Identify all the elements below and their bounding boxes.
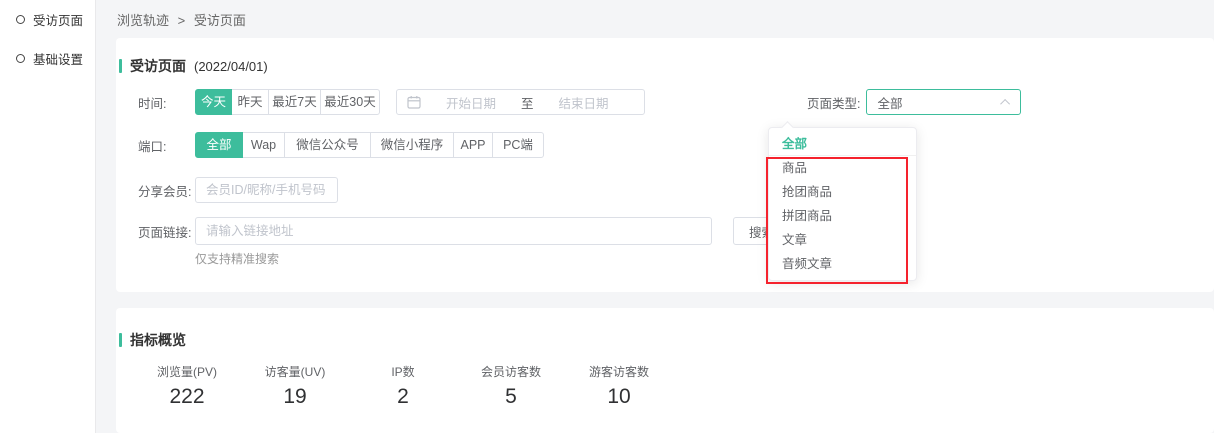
panel-date-note: (2022/04/01)	[194, 59, 268, 74]
metrics-panel: 指标概览 浏览量(PV) 222 访客量(UV) 19 IP数 2 会员访客数 …	[116, 308, 1214, 433]
page-type-label: 页面类型:	[807, 93, 860, 112]
port-label: 端口:	[138, 136, 195, 155]
dropdown-option-list: 全部 商品 抢团商品 拼团商品 文章 音频文章	[769, 132, 916, 276]
page-type-select[interactable]: 全部	[866, 89, 1021, 115]
filter-panel: 受访页面 (2022/04/01) 时间: 今天 昨天 最近7天 最近30天 开…	[116, 38, 1214, 292]
metric-uv: 访客量(UV) 19	[241, 363, 349, 409]
metric-pv: 浏览量(PV) 222	[133, 363, 241, 409]
time-label: 时间:	[138, 93, 195, 112]
title-accent-bar	[119, 59, 122, 73]
metric-label: 访客量(UV)	[241, 363, 349, 380]
page-link-input[interactable]	[195, 217, 712, 245]
time-option-yesterday[interactable]: 昨天	[231, 89, 269, 115]
circle-icon	[16, 15, 25, 24]
breadcrumb-current: 受访页面	[194, 13, 246, 28]
dropdown-option-audio-article[interactable]: 音频文章	[769, 252, 916, 276]
breadcrumb-parent[interactable]: 浏览轨迹	[117, 13, 169, 28]
metric-value: 5	[457, 385, 565, 409]
port-option-wechat-official[interactable]: 微信公众号	[284, 132, 371, 158]
dropdown-option-article[interactable]: 文章	[769, 228, 916, 252]
sidebar: 受访页面 基础设置	[0, 0, 96, 433]
sidebar-item-label: 基础设置	[33, 49, 83, 68]
time-option-last30days[interactable]: 最近30天	[320, 89, 380, 115]
metrics-row: 浏览量(PV) 222 访客量(UV) 19 IP数 2 会员访客数 5 游客访…	[133, 363, 673, 409]
time-option-today[interactable]: 今天	[195, 89, 232, 115]
port-option-app[interactable]: APP	[453, 132, 493, 158]
metric-value: 19	[241, 385, 349, 409]
date-range-picker[interactable]: 开始日期 至 结束日期	[396, 89, 645, 115]
sidebar-item-visited-pages[interactable]: 受访页面	[0, 0, 95, 39]
time-option-last7days[interactable]: 最近7天	[268, 89, 321, 115]
breadcrumb: 浏览轨迹 > 受访页面	[117, 10, 246, 29]
metric-label: IP数	[349, 363, 457, 380]
port-option-wechat-miniprogram[interactable]: 微信小程序	[370, 132, 454, 158]
end-date-placeholder[interactable]: 结束日期	[540, 93, 628, 112]
filter-row-share-member: 分享会员:	[138, 177, 1194, 203]
metric-guest-visitors: 游客访客数 10	[565, 363, 673, 409]
dropdown-option-group-goods[interactable]: 拼团商品	[769, 204, 916, 228]
metric-value: 2	[349, 385, 457, 409]
dropdown-option-goods[interactable]: 商品	[769, 156, 916, 180]
page-type-dropdown: 全部 商品 抢团商品 拼团商品 文章 音频文章	[768, 127, 917, 281]
filter-row-time: 时间: 今天 昨天 最近7天 最近30天 开始日期 至 结束日期 页面类型: 全…	[138, 89, 1194, 115]
filter-panel-title: 受访页面 (2022/04/01)	[119, 56, 268, 76]
sidebar-item-label: 受访页面	[33, 10, 83, 29]
calendar-icon	[407, 95, 421, 109]
title-accent-bar	[119, 333, 122, 347]
search-hint: 仅支持精准搜索	[195, 250, 279, 267]
metrics-panel-title: 指标概览	[119, 330, 186, 350]
metric-label: 浏览量(PV)	[133, 363, 241, 380]
time-segment-group: 今天 昨天 最近7天 最近30天	[195, 89, 380, 115]
breadcrumb-separator: >	[178, 13, 186, 28]
page-link-label: 页面链接:	[138, 222, 195, 241]
port-segment-group: 全部 Wap 微信公众号 微信小程序 APP PC端	[195, 132, 544, 158]
metric-value: 222	[133, 385, 241, 409]
port-option-pc[interactable]: PC端	[492, 132, 544, 158]
date-range-separator: 至	[521, 93, 534, 112]
metric-ip: IP数 2	[349, 363, 457, 409]
panel-title-text: 受访页面	[130, 56, 186, 76]
page-type-selected-value: 全部	[877, 93, 1003, 112]
port-option-wap[interactable]: Wap	[242, 132, 285, 158]
dropdown-option-flash-group-goods[interactable]: 抢团商品	[769, 180, 916, 204]
metric-label: 会员访客数	[457, 363, 565, 380]
circle-icon	[16, 54, 25, 63]
dropdown-option-all[interactable]: 全部	[769, 132, 916, 156]
port-option-all[interactable]: 全部	[195, 132, 243, 158]
filter-row-port: 端口: 全部 Wap 微信公众号 微信小程序 APP PC端	[138, 132, 1194, 158]
metric-value: 10	[565, 385, 673, 409]
start-date-placeholder[interactable]: 开始日期	[427, 93, 515, 112]
share-member-input[interactable]	[195, 177, 338, 203]
sidebar-item-basic-settings[interactable]: 基础设置	[0, 39, 95, 78]
share-member-label: 分享会员:	[138, 181, 195, 200]
metric-label: 游客访客数	[565, 363, 673, 380]
metric-member-visitors: 会员访客数 5	[457, 363, 565, 409]
panel-title-text: 指标概览	[130, 330, 186, 350]
filter-row-page-link: 页面链接: 搜索	[138, 218, 1194, 244]
